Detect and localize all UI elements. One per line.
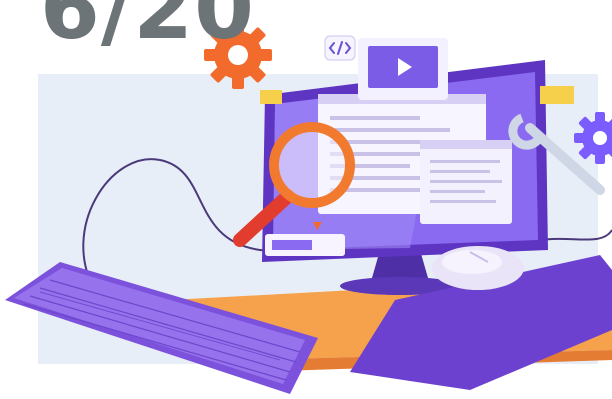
sticky-note-left: [260, 90, 282, 104]
mouse: [432, 246, 524, 290]
window-secondary: [420, 140, 512, 224]
headline: 6/20: [40, 0, 255, 59]
video-card: [358, 38, 448, 100]
illustration: [5, 21, 612, 394]
sticky-note-right: [540, 86, 574, 104]
code-brackets-icon: [324, 35, 356, 61]
